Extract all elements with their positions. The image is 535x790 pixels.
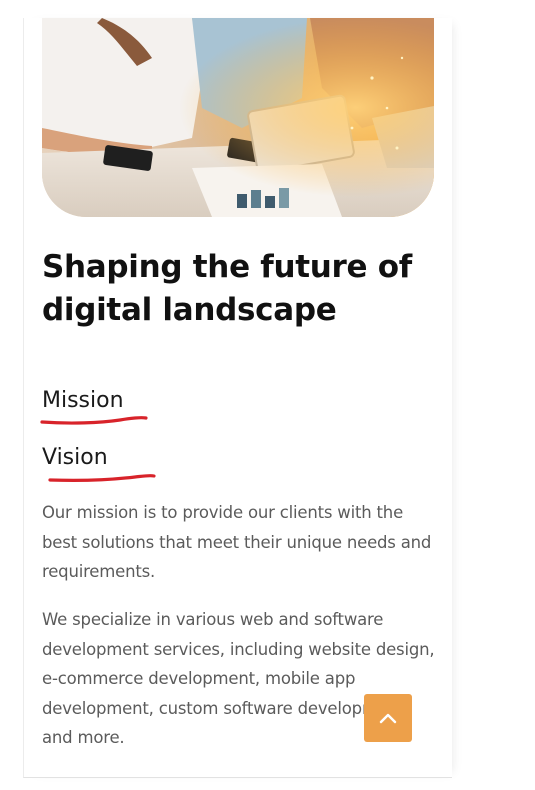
team-tablet-photo-icon xyxy=(42,18,434,217)
vision-underline-icon xyxy=(48,473,156,482)
mission-paragraph: Our mission is to provide our clients wi… xyxy=(42,503,432,581)
mission-underline-icon xyxy=(40,416,148,425)
section-heading: Shaping the future of digital landscape xyxy=(42,249,412,328)
content-card: Shaping the future of digital landscape … xyxy=(23,18,452,778)
tab-mission[interactable]: Mission xyxy=(42,388,124,413)
scroll-to-top-button[interactable] xyxy=(364,694,412,742)
chevron-up-icon xyxy=(379,713,397,724)
hero-image xyxy=(42,18,434,217)
tab-vision[interactable]: Vision xyxy=(42,445,108,470)
